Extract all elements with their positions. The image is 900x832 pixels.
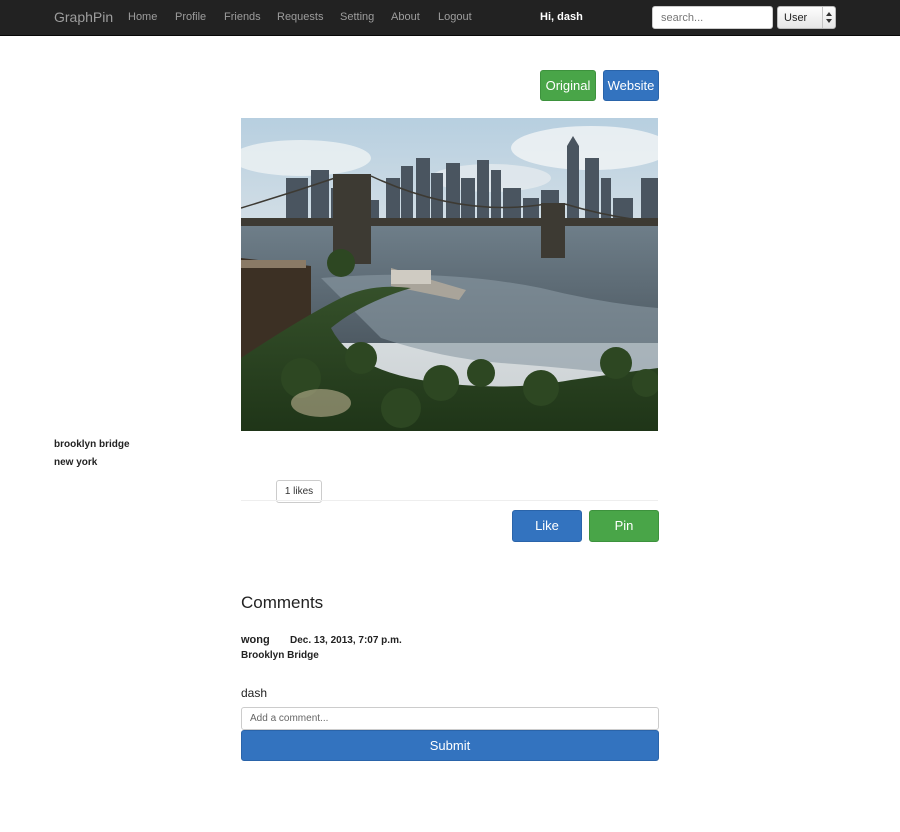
- user-greeting: Hi, dash: [540, 11, 583, 23]
- search-type-value: User: [784, 12, 808, 24]
- tag-new-york: new york: [54, 457, 98, 468]
- like-button[interactable]: Like: [512, 510, 582, 542]
- nav-home[interactable]: Home: [128, 11, 157, 23]
- comment-date: Dec. 13, 2013, 7:07 p.m.: [290, 635, 402, 646]
- submit-button[interactable]: Submit: [241, 730, 659, 761]
- nav-setting[interactable]: Setting: [340, 11, 374, 23]
- nav-about[interactable]: About: [391, 11, 420, 23]
- select-arrows-icon: [826, 12, 832, 23]
- website-button[interactable]: Website: [603, 70, 659, 101]
- comments-heading: Comments: [241, 593, 324, 612]
- nav-logout[interactable]: Logout: [438, 11, 472, 23]
- divider: [241, 500, 658, 501]
- nav-profile[interactable]: Profile: [175, 11, 206, 23]
- brand-link[interactable]: GraphPin: [54, 9, 113, 25]
- original-button[interactable]: Original: [540, 70, 596, 101]
- pin-image: [241, 118, 658, 431]
- nav-friends[interactable]: Friends: [224, 11, 261, 23]
- tag-brooklyn-bridge: brooklyn bridge: [54, 439, 130, 450]
- top-navbar: GraphPin Home Profile Friends Requests S…: [0, 0, 900, 36]
- comment-author: wong: [241, 634, 270, 646]
- current-user-name: dash: [241, 686, 268, 700]
- comment-input[interactable]: [241, 707, 659, 730]
- comment-text: Brooklyn Bridge: [241, 650, 319, 661]
- select-divider: [822, 7, 823, 28]
- search-input[interactable]: [652, 6, 773, 29]
- nav-requests[interactable]: Requests: [277, 11, 323, 23]
- search-type-select[interactable]: User: [777, 6, 836, 29]
- pin-button[interactable]: Pin: [589, 510, 659, 542]
